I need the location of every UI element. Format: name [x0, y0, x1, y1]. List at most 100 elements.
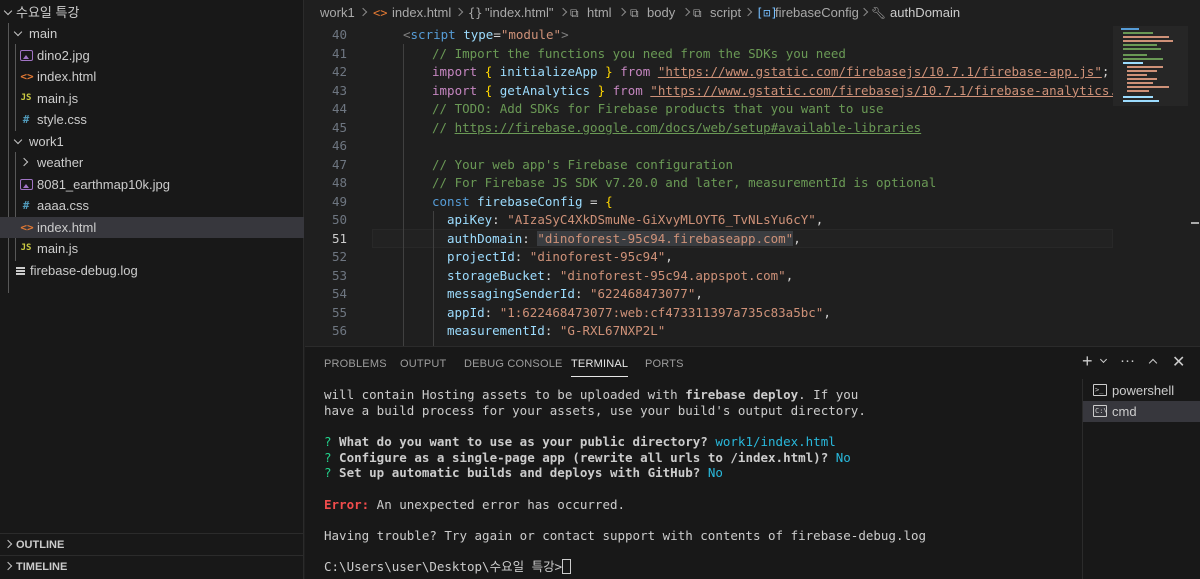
token: //	[432, 119, 455, 135]
docs-link[interactable]: https://firebase.google.com/docs/web/set…	[455, 120, 922, 135]
close-panel-button[interactable]: ✕	[1172, 352, 1185, 372]
breadcrumb-item-script[interactable]: script	[710, 0, 741, 26]
cmd-icon: C:\	[1093, 405, 1108, 417]
tab-debug-console[interactable]: DEBUG CONSOLE	[464, 357, 563, 377]
line-number: 40	[331, 27, 347, 42]
token: :	[492, 212, 508, 227]
folder-weather[interactable]: weather	[0, 152, 304, 173]
file-main-index-html[interactable]: <> index.html	[0, 66, 304, 87]
bottom-panel: PROBLEMS OUTPUT DEBUG CONSOLE TERMINAL P…	[305, 346, 1200, 579]
log-file-icon	[16, 265, 25, 277]
terminal-line: will contain Hosting assets to be upload…	[324, 387, 858, 403]
explorer-root-folder[interactable]: 수요일 특강	[0, 2, 304, 23]
tab-output[interactable]: OUTPUT	[400, 357, 446, 377]
folder-work1[interactable]: work1	[0, 131, 304, 152]
text: firebase deploy	[685, 387, 799, 402]
html-file-icon: <>	[20, 221, 34, 234]
indent-guide	[433, 211, 434, 346]
token: // Import the functions you need from th…	[432, 45, 846, 61]
token: "AIzaSyC4XkDSmuNe-GiXvyMLOYT6_TvNLsYu6cY…	[507, 212, 816, 227]
terminal-prompt-line: C:\Users\user\Desktop\수요일 특강>	[324, 559, 572, 575]
chevron-right-icon	[743, 7, 753, 17]
text: will contain Hosting assets to be upload…	[324, 387, 686, 402]
element-icon: ⧉	[630, 6, 639, 20]
tab-problems[interactable]: PROBLEMS	[324, 357, 387, 377]
outline-label: OUTLINE	[16, 539, 65, 551]
folder-label: main	[29, 26, 58, 41]
new-terminal-button[interactable]: +	[1082, 351, 1093, 372]
html-file-icon: <>	[373, 6, 388, 20]
breadcrumb: work1 <> index.html {} "index.html" ⧉ ht…	[305, 0, 1200, 26]
breadcrumb-item-authdomain[interactable]: authDomain	[890, 0, 960, 26]
tab-ports[interactable]: PORTS	[645, 357, 684, 377]
breadcrumb-item-body[interactable]: body	[647, 0, 675, 26]
terminal-item-cmd[interactable]: C:\ cmd	[1083, 401, 1200, 422]
chevron-right-icon	[20, 152, 32, 173]
token: // TODO: Add SDKs for Firebase products …	[432, 101, 884, 116]
token: firebaseConfig	[477, 193, 583, 209]
token: ,	[793, 230, 801, 246]
wrench-icon: 🔧︎	[871, 6, 887, 20]
breadcrumb-item-document[interactable]: "index.html"	[485, 0, 553, 26]
code-line-52: projectId: "dinoforest-95c94",	[447, 248, 673, 267]
code-line-42: import { initializeApp } from "https://w…	[432, 63, 1109, 82]
css-file-icon: #	[22, 113, 30, 126]
minimap-line	[1123, 54, 1147, 56]
file-aaaa-css[interactable]: # aaaa.css	[0, 195, 304, 216]
indent-guide	[403, 44, 404, 346]
minimap-line	[1123, 100, 1159, 102]
tab-terminal[interactable]: TERMINAL	[571, 357, 629, 377]
token: "1:622468473077:web:cf473311397a735c83a5…	[499, 304, 824, 320]
file-firebase-debug-log[interactable]: firebase-debug.log	[0, 260, 304, 281]
token: :	[522, 230, 538, 246]
terminal-line: have a build process for your assets, us…	[324, 403, 866, 418]
code-line-43: import { getAnalytics } from "https://ww…	[432, 82, 1117, 101]
file-label: main.js	[37, 241, 79, 256]
folder-main[interactable]: main	[0, 23, 304, 44]
token: ,	[665, 249, 673, 264]
token: import	[432, 82, 478, 98]
terminal-item-powershell[interactable]: >_ powershell	[1083, 380, 1200, 401]
token: type	[463, 27, 494, 42]
file-earthmap-jpg[interactable]: 8081_earthmap10k.jpg	[0, 174, 304, 195]
text: work1/index.html	[715, 434, 836, 449]
maximize-panel-button[interactable]	[1148, 357, 1158, 368]
file-main-js[interactable]: JS main.js	[0, 88, 304, 109]
line-number: 55	[331, 304, 347, 320]
line-number: 42	[331, 64, 347, 79]
file-label: 8081_earthmap10k.jpg	[37, 177, 170, 192]
vertical-scrollbar[interactable]	[1188, 26, 1200, 346]
chevron-down-icon[interactable]	[1099, 355, 1108, 365]
file-dino2-jpg[interactable]: dino2.jpg	[0, 45, 304, 66]
token: // Your web app's Firebase configuration	[432, 156, 734, 172]
breadcrumb-item-html[interactable]: html	[587, 0, 612, 26]
timeline-section[interactable]: TIMELINE	[0, 555, 304, 577]
code-line-44: // TODO: Add SDKs for Firebase products …	[432, 100, 884, 119]
token: >	[561, 27, 569, 42]
image-file-icon	[20, 50, 33, 61]
more-actions-button[interactable]: ···	[1120, 352, 1135, 369]
minimap-line	[1127, 86, 1169, 88]
file-work1-index-html[interactable]: <> index.html	[0, 217, 304, 238]
code-editor[interactable]: 40 41 42 43 44 45 46 47 48 49 50 51 52 5…	[305, 26, 1200, 346]
breadcrumb-item-config[interactable]: firebaseConfig	[775, 0, 859, 26]
outline-section[interactable]: OUTLINE	[0, 533, 304, 555]
breadcrumb-item-work1[interactable]: work1	[320, 0, 355, 26]
file-style-css[interactable]: # style.css	[0, 109, 304, 130]
breadcrumb-item-file[interactable]: index.html	[392, 0, 451, 26]
js-file-icon: JS	[20, 243, 32, 253]
scrollbar-marker	[1191, 222, 1199, 224]
braces-icon: {}	[468, 6, 483, 20]
line-number: 52	[331, 249, 347, 264]
file-work1-main-js[interactable]: JS main.js	[0, 238, 304, 259]
minimap[interactable]	[1113, 26, 1188, 346]
minimap-line	[1123, 96, 1153, 98]
minimap-line	[1123, 32, 1153, 34]
text: No	[835, 450, 851, 465]
chevron-down-icon	[2, 2, 14, 23]
minimap-line	[1127, 70, 1157, 72]
code-line-51: authDomain: "dinoforest-95c94.firebaseap…	[447, 230, 801, 249]
code-line-45: // https://firebase.google.com/docs/web/…	[432, 119, 921, 138]
token: getAnalytics	[499, 82, 591, 98]
file-label: dino2.jpg	[37, 48, 90, 63]
